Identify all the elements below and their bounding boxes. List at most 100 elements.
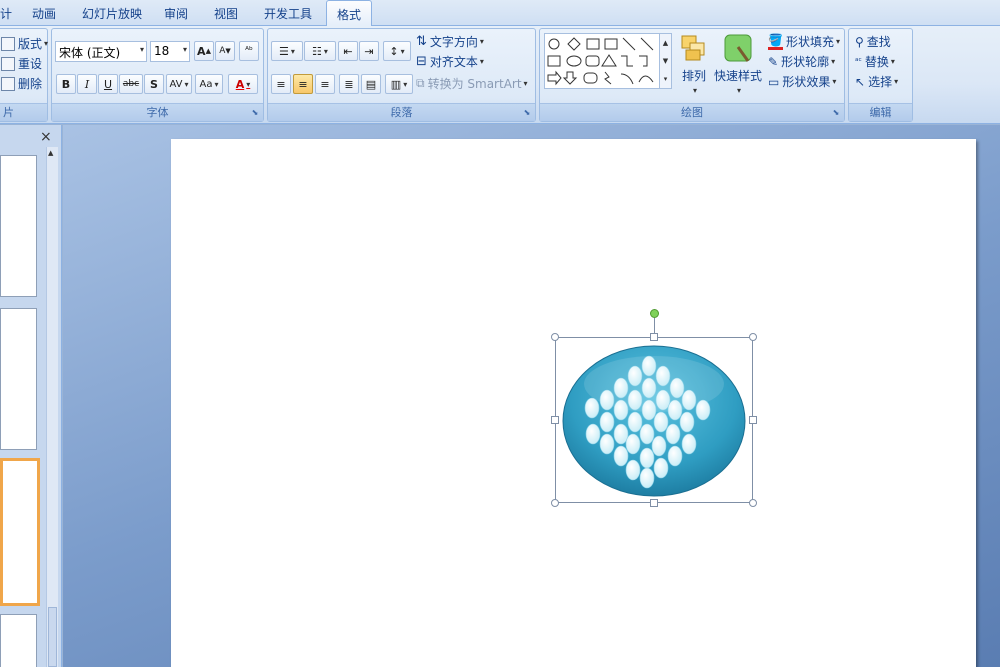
delete-label: 删除 — [18, 77, 43, 91]
chevron-down-icon: ▾ — [182, 45, 187, 54]
columns-button[interactable]: ▥ ▾ — [385, 74, 413, 94]
align-center-button[interactable]: ≡ — [293, 74, 313, 94]
text-shadow-icon: S — [150, 77, 158, 91]
scroll-up-icon[interactable]: ▲ — [48, 149, 53, 157]
tab-review[interactable]: 审阅 — [164, 5, 188, 22]
select-button[interactable]: ↖ 选择 ▾ — [855, 73, 898, 90]
egg-dot — [613, 399, 629, 421]
slide-thumbnail-panel: × ▲ — [0, 125, 62, 667]
align-text-button[interactable]: ⊟ 对齐文本 ▾ — [416, 53, 484, 70]
bullets-button[interactable]: ☰ ▾ — [271, 41, 303, 61]
replace-button[interactable]: ᵃᶜ 替换 ▾ — [855, 53, 895, 70]
slide-canvas[interactable] — [171, 139, 976, 667]
grow-font-button[interactable]: A ▲ — [194, 41, 214, 61]
find-button[interactable]: ⚲ 查找 — [855, 33, 891, 50]
shrink-font-button[interactable]: A ▼ — [215, 41, 235, 61]
grow-font-icon: A — [197, 44, 206, 58]
tab-developer[interactable]: 开发工具 — [264, 5, 312, 22]
tab-slideshow[interactable]: 幻灯片放映 — [82, 5, 142, 22]
quick-styles-button[interactable]: 快速样式 ▾ — [714, 33, 762, 95]
resize-handle-bottom-right[interactable] — [749, 499, 757, 507]
egg-dot — [641, 377, 657, 399]
delete-icon — [1, 76, 15, 91]
tab-view[interactable]: 视图 — [214, 5, 238, 22]
increase-indent-button[interactable]: ⇥ — [359, 41, 379, 61]
font-name-combo[interactable]: 宋体 (正文) ▾ — [55, 41, 147, 62]
rotation-handle[interactable] — [650, 309, 659, 318]
select-label: 选择 — [868, 75, 893, 89]
egg-dot — [599, 389, 615, 411]
font-color-icon: A — [235, 77, 245, 91]
decrease-indent-button[interactable]: ⇤ — [338, 41, 358, 61]
resize-handle-top[interactable] — [650, 333, 658, 341]
close-icon[interactable]: × — [40, 129, 52, 145]
oval-shape[interactable] — [561, 344, 747, 498]
egg-dot — [679, 411, 695, 433]
shadow-button[interactable]: S — [144, 74, 164, 94]
egg-dot — [599, 433, 615, 455]
dialog-launcher-icon[interactable]: ⬊ — [831, 108, 841, 118]
egg-dot — [639, 447, 655, 469]
delete-button[interactable]: 删除 — [1, 75, 42, 92]
reset-button[interactable]: 重设 — [1, 55, 42, 72]
egg-dot — [639, 467, 655, 489]
justify-button[interactable]: ≣ — [339, 74, 359, 94]
shape-outline-button[interactable]: ✎ 形状轮廓 ▾ — [768, 53, 835, 70]
columns-icon: ▥ — [390, 77, 402, 91]
clear-format-button[interactable]: ᴬᵇ — [239, 41, 259, 61]
editing-group-label: 编辑 — [849, 103, 912, 121]
italic-icon: I — [84, 77, 90, 91]
shape-fill-label: 形状填充 — [785, 35, 834, 49]
resize-handle-bottom[interactable] — [650, 499, 658, 507]
slide-thumbnail[interactable] — [0, 155, 37, 297]
line-spacing-icon: ↕ — [389, 44, 399, 58]
line-spacing-button[interactable]: ↕ ▾ — [383, 41, 411, 61]
tab-animations[interactable]: 动画 — [32, 5, 56, 22]
shape-fill-button[interactable]: 🪣 形状填充 ▾ — [768, 33, 840, 50]
resize-handle-bottom-left[interactable] — [551, 499, 559, 507]
scrollbar-thumb[interactable] — [48, 607, 57, 667]
slide-thumbnail-selected[interactable] — [0, 458, 40, 606]
align-left-button[interactable]: ≡ — [271, 74, 291, 94]
char-spacing-button[interactable]: AV ▾ — [166, 74, 192, 94]
font-color-button[interactable]: A ▾ — [228, 74, 258, 94]
gallery-scroll[interactable]: ▲ ▼ ▾ — [659, 34, 671, 88]
arrange-icon — [681, 35, 705, 61]
distributed-button[interactable]: ▤ — [361, 74, 381, 94]
resize-handle-top-right[interactable] — [749, 333, 757, 341]
change-case-button[interactable]: Aa ▾ — [195, 74, 223, 94]
tab-design-partial[interactable]: 计 — [0, 5, 12, 22]
font-size-combo[interactable]: 18 ▾ — [150, 41, 190, 62]
dialog-launcher-icon[interactable]: ⬊ — [250, 108, 260, 118]
egg-dot — [641, 355, 657, 377]
convert-smartart-button[interactable]: ⧉ 转换为 SmartArt ▾ — [416, 75, 528, 92]
resize-handle-right[interactable] — [749, 416, 757, 424]
resize-handle-left[interactable] — [551, 416, 559, 424]
bold-button[interactable]: B — [56, 74, 76, 94]
find-label: 查找 — [866, 35, 891, 49]
italic-button[interactable]: I — [77, 74, 97, 94]
shape-effects-button[interactable]: ▭ 形状效果 ▾ — [768, 73, 836, 90]
numbering-button[interactable]: ☷ ▾ — [304, 41, 336, 61]
arrange-button[interactable]: 排列 ▾ — [676, 33, 712, 95]
dialog-launcher-icon[interactable]: ⬊ — [522, 108, 532, 118]
thumbnail-scrollbar[interactable]: ▲ — [46, 147, 58, 667]
align-text-label: 对齐文本 — [429, 55, 478, 69]
shape-outline-label: 形状轮廓 — [781, 55, 830, 69]
shape-effects-icon: ▭ — [768, 74, 780, 89]
resize-handle-top-left[interactable] — [551, 333, 559, 341]
smartart-icon: ⧉ — [416, 76, 425, 90]
text-direction-button[interactable]: ⇅ 文字方向 ▾ — [416, 33, 484, 50]
egg-dot — [667, 445, 683, 467]
layout-button[interactable]: 版式 ▾ — [1, 35, 48, 52]
shapes-gallery[interactable]: ▲ ▼ ▾ — [544, 33, 672, 89]
egg-dot — [655, 389, 671, 411]
cursor-arrow-icon: ↖ — [855, 74, 866, 89]
strikethrough-button[interactable]: abc — [119, 74, 143, 94]
slide-thumbnail[interactable] — [0, 308, 37, 450]
underline-button[interactable]: U — [98, 74, 118, 94]
paragraph-group-label: 段落 — [268, 103, 535, 121]
slide-thumbnail[interactable] — [0, 614, 37, 667]
tab-format[interactable]: 格式 — [326, 0, 373, 27]
align-right-button[interactable]: ≡ — [315, 74, 335, 94]
